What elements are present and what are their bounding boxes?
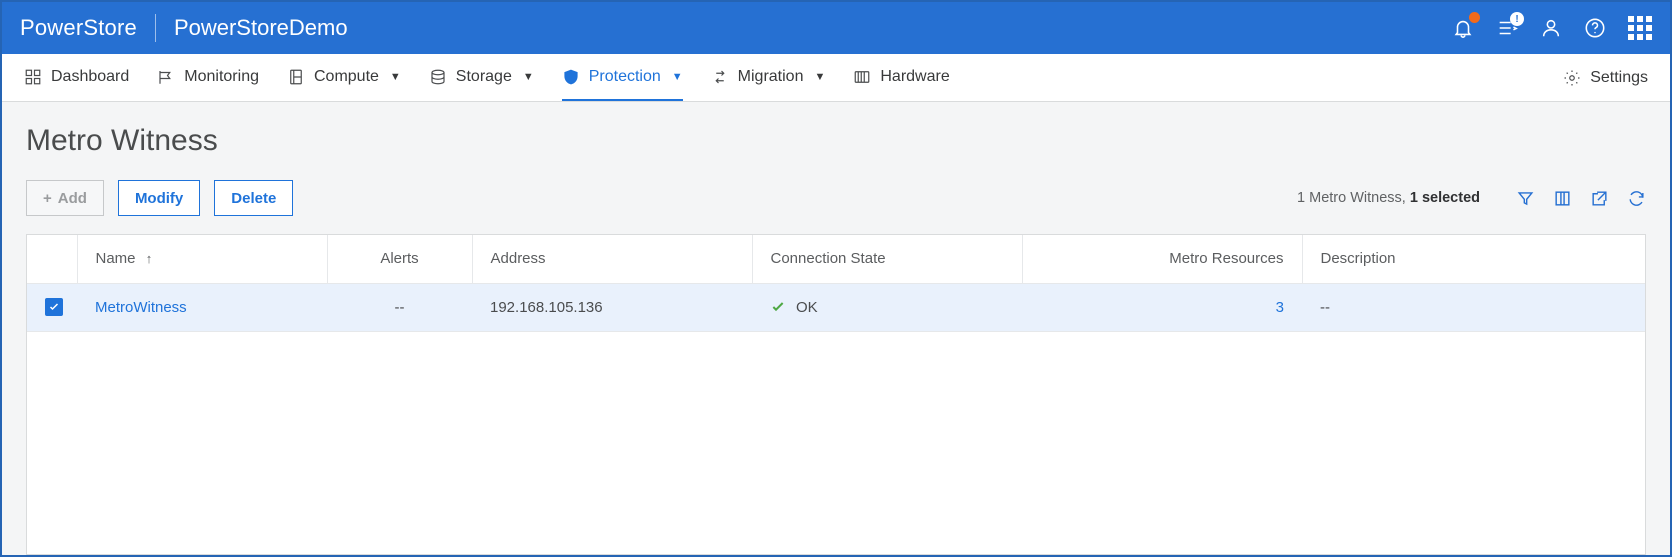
table-row[interactable]: MetroWitness -- 192.168.105.136 OK 3 -- (27, 283, 1645, 331)
witness-table: Name ↑ Alerts Address Connection State M… (26, 234, 1646, 555)
nav-monitoring[interactable]: Monitoring (157, 54, 259, 101)
product-name[interactable]: PowerStore (20, 15, 137, 41)
col-description-label: Description (1321, 250, 1396, 267)
chevron-down-icon: ▼ (814, 71, 825, 83)
notifications-badge (1469, 12, 1480, 23)
status-selected-text: 1 selected (1410, 190, 1480, 206)
nav-settings-label: Settings (1590, 69, 1648, 87)
page-title: Metro Witness (26, 124, 1646, 158)
page-body: Metro Witness + Add Modify Delete 1 Metr… (2, 102, 1670, 555)
metro-resources-link[interactable]: 3 (1276, 299, 1284, 316)
delete-button-label: Delete (231, 190, 276, 207)
table-toolbar (1516, 189, 1646, 208)
col-metro-resources[interactable]: Metro Resources (1022, 235, 1302, 283)
col-alerts-label: Alerts (380, 250, 418, 267)
columns-icon[interactable] (1553, 189, 1572, 208)
nav-dashboard[interactable]: Dashboard (24, 54, 129, 101)
nav-hardware-label: Hardware (880, 68, 949, 86)
nav-hardware[interactable]: Hardware (853, 54, 949, 101)
chevron-down-icon: ▼ (523, 71, 534, 83)
nav-storage-label: Storage (456, 68, 512, 86)
main-nav: Dashboard Monitoring Compute ▼ Storage ▼… (2, 54, 1670, 102)
col-address-label: Address (491, 250, 546, 267)
export-icon[interactable] (1590, 189, 1609, 208)
user-icon[interactable] (1540, 17, 1562, 39)
nav-migration-label: Migration (738, 68, 804, 86)
chevron-down-icon: ▼ (390, 71, 401, 83)
nav-storage[interactable]: Storage ▼ (429, 54, 534, 101)
status-count-text: 1 Metro Witness, (1297, 190, 1410, 206)
check-icon (770, 299, 786, 315)
nav-compute-label: Compute (314, 68, 379, 86)
apps-icon[interactable] (1628, 16, 1652, 40)
col-checkbox[interactable] (27, 235, 77, 283)
modify-button-label: Modify (135, 190, 183, 207)
jobs-badge (1510, 12, 1524, 26)
nav-dashboard-label: Dashboard (51, 68, 129, 86)
chevron-down-icon: ▼ (672, 71, 683, 83)
jobs-icon[interactable] (1496, 17, 1518, 39)
selection-status: 1 Metro Witness, 1 selected (1297, 190, 1480, 206)
nav-migration[interactable]: Migration ▼ (711, 54, 826, 101)
col-name-label: Name (96, 250, 136, 267)
col-connection[interactable]: Connection State (752, 235, 1022, 283)
col-metro-label: Metro Resources (1169, 250, 1283, 267)
action-row: + Add Modify Delete 1 Metro Witness, 1 s… (26, 180, 1646, 216)
row-metro-resources-cell: 3 (1022, 283, 1302, 331)
row-checkbox-cell[interactable] (27, 283, 77, 331)
banner-divider (155, 14, 156, 42)
row-alerts-cell: -- (327, 283, 472, 331)
nav-protection-label: Protection (589, 68, 661, 86)
nav-protection[interactable]: Protection ▼ (562, 54, 683, 101)
cluster-name[interactable]: PowerStoreDemo (174, 15, 348, 41)
filter-icon[interactable] (1516, 189, 1535, 208)
row-connection-cell: OK (752, 283, 1022, 331)
notifications-icon[interactable] (1452, 17, 1474, 39)
col-connection-label: Connection State (771, 250, 886, 267)
top-banner: PowerStore PowerStoreDemo (2, 2, 1670, 54)
row-address-cell: 192.168.105.136 (472, 283, 752, 331)
delete-button[interactable]: Delete (214, 180, 293, 216)
connection-state-text: OK (796, 299, 818, 316)
refresh-icon[interactable] (1627, 189, 1646, 208)
row-checkbox[interactable] (45, 298, 63, 316)
nav-compute[interactable]: Compute ▼ (287, 54, 401, 101)
col-description[interactable]: Description (1302, 235, 1645, 283)
sort-ascending-icon: ↑ (146, 251, 153, 266)
row-name-cell: MetroWitness (77, 283, 327, 331)
plus-icon: + (43, 190, 52, 207)
help-icon[interactable] (1584, 17, 1606, 39)
col-alerts[interactable]: Alerts (327, 235, 472, 283)
col-name[interactable]: Name ↑ (77, 235, 327, 283)
add-button-label: Add (58, 190, 87, 207)
table-header-row: Name ↑ Alerts Address Connection State M… (27, 235, 1645, 283)
add-button: + Add (26, 180, 104, 216)
row-description-cell: -- (1302, 283, 1645, 331)
modify-button[interactable]: Modify (118, 180, 200, 216)
witness-name-link[interactable]: MetroWitness (95, 299, 187, 316)
col-address[interactable]: Address (472, 235, 752, 283)
banner-icon-group (1452, 16, 1652, 40)
nav-monitoring-label: Monitoring (184, 68, 259, 86)
nav-settings[interactable]: Settings (1563, 69, 1648, 87)
